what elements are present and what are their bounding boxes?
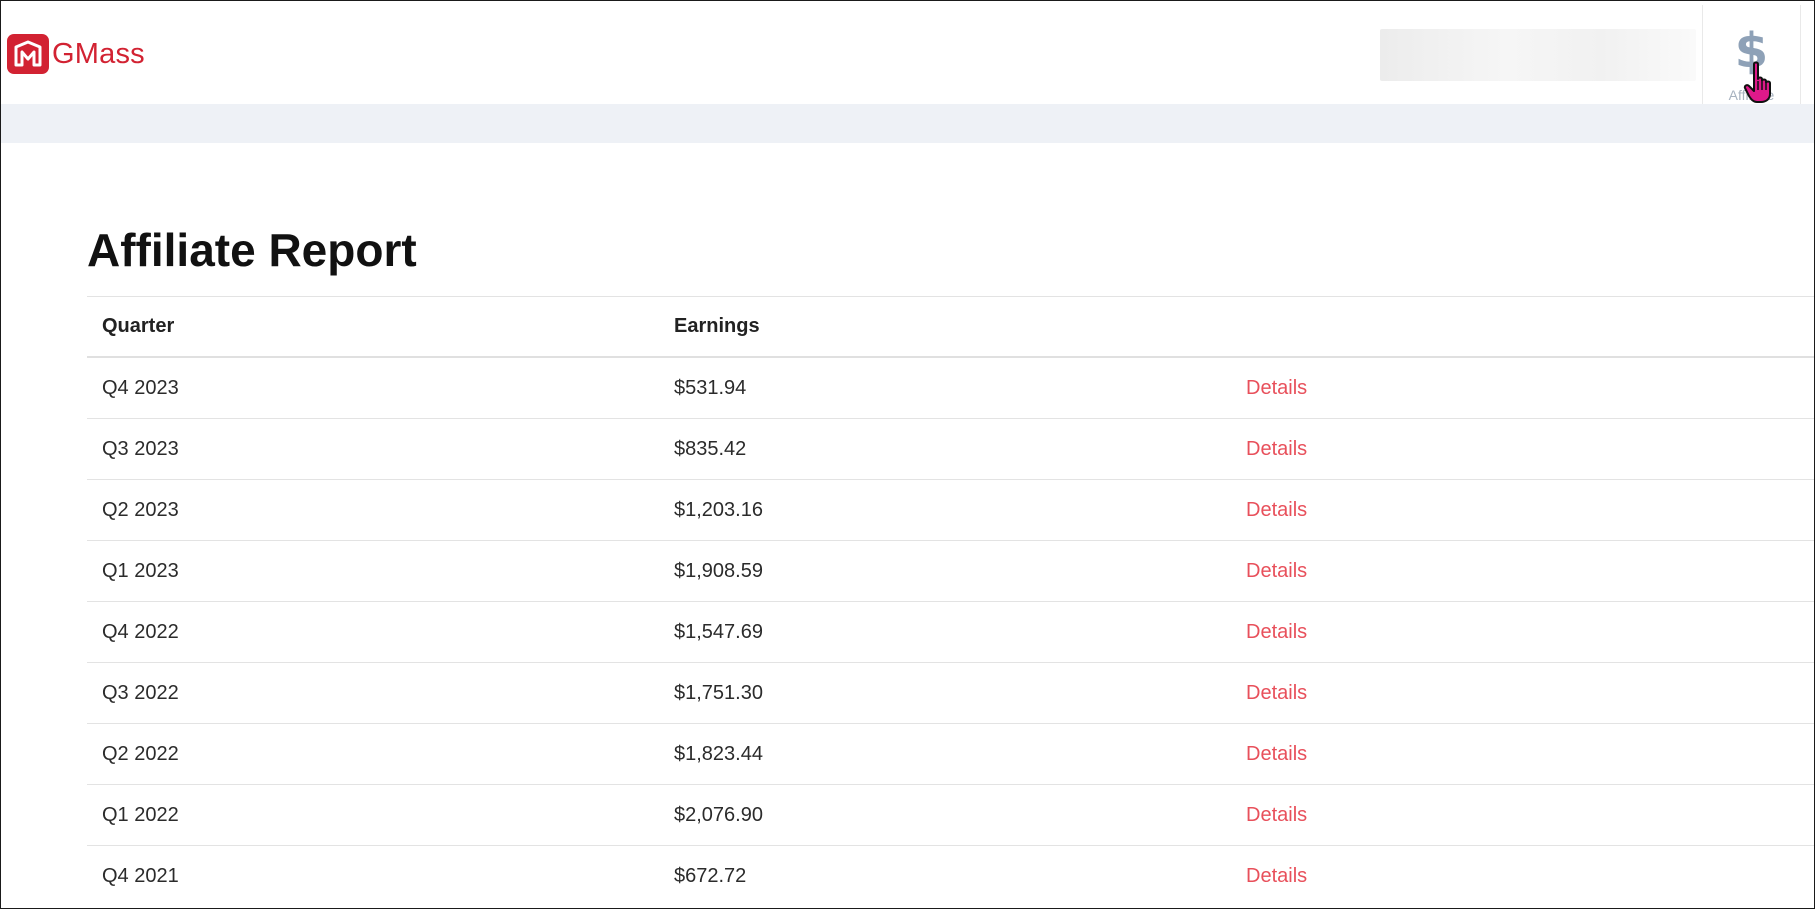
- pointer-hand-cursor-icon: [1743, 61, 1771, 103]
- details-cell: Details: [1231, 356, 1814, 419]
- details-cell: Details: [1231, 418, 1814, 480]
- quarter-cell: Q3 2023: [87, 418, 659, 480]
- affiliate-report-table: Quarter Earnings Q4 2023 $531.94 Details…: [87, 296, 1814, 906]
- details-link[interactable]: Details: [1246, 377, 1307, 399]
- quarter-cell: Q3 2022: [87, 662, 659, 724]
- column-header-quarter: Quarter: [87, 296, 659, 358]
- details-link[interactable]: Details: [1246, 804, 1307, 826]
- details-cell: Details: [1231, 601, 1814, 663]
- app-window: GMass $ Affiliate Affiliate Report Quart…: [0, 0, 1815, 909]
- details-cell: Details: [1231, 784, 1814, 846]
- table-row: Q2 2023 $1,203.16 Details: [87, 479, 1814, 541]
- earnings-cell: $2,076.90: [659, 784, 1231, 846]
- search-area[interactable]: [1380, 29, 1696, 81]
- details-cell: Details: [1231, 540, 1814, 602]
- details-link[interactable]: Details: [1246, 560, 1307, 582]
- column-header-actions: [1231, 296, 1814, 358]
- details-link[interactable]: Details: [1246, 499, 1307, 521]
- details-link[interactable]: Details: [1246, 743, 1307, 765]
- details-link[interactable]: Details: [1246, 865, 1307, 887]
- quarter-cell: Q1 2023: [87, 540, 659, 602]
- table-row: Q2 2022 $1,823.44 Details: [87, 723, 1814, 785]
- quarter-cell: Q4 2022: [87, 601, 659, 663]
- earnings-cell: $531.94: [659, 356, 1231, 419]
- details-cell: Details: [1231, 845, 1814, 906]
- table-row: Q1 2022 $2,076.90 Details: [87, 784, 1814, 846]
- table-row: Q3 2022 $1,751.30 Details: [87, 662, 1814, 724]
- earnings-cell: $672.72: [659, 845, 1231, 906]
- table-row: Q4 2022 $1,547.69 Details: [87, 601, 1814, 663]
- earnings-cell: $1,908.59: [659, 540, 1231, 602]
- page-title: Affiliate Report: [87, 224, 417, 276]
- table-header-row: Quarter Earnings: [87, 296, 1814, 358]
- details-link[interactable]: Details: [1246, 621, 1307, 643]
- gmass-logo[interactable]: GMass: [7, 34, 145, 74]
- details-link[interactable]: Details: [1246, 682, 1307, 704]
- earnings-cell: $1,547.69: [659, 601, 1231, 663]
- brand-name: GMass: [52, 37, 145, 70]
- quarter-cell: Q1 2022: [87, 784, 659, 846]
- quarter-cell: Q2 2022: [87, 723, 659, 785]
- details-cell: Details: [1231, 662, 1814, 724]
- table-row: Q1 2023 $1,908.59 Details: [87, 540, 1814, 602]
- quarter-cell: Q4 2023: [87, 356, 659, 419]
- earnings-cell: $1,203.16: [659, 479, 1231, 541]
- earnings-cell: $1,823.44: [659, 723, 1231, 785]
- secondary-bar: [1, 104, 1814, 143]
- details-cell: Details: [1231, 479, 1814, 541]
- column-header-earnings: Earnings: [659, 296, 1231, 358]
- quarter-cell: Q2 2023: [87, 479, 659, 541]
- table-row: Q4 2021 $672.72 Details: [87, 845, 1814, 906]
- details-cell: Details: [1231, 723, 1814, 785]
- quarter-cell: Q4 2021: [87, 845, 659, 906]
- earnings-cell: $1,751.30: [659, 662, 1231, 724]
- gmass-logo-icon: [7, 34, 49, 74]
- top-navbar: GMass $ Affiliate: [1, 1, 1814, 104]
- table-row: Q4 2023 $531.94 Details: [87, 356, 1814, 419]
- details-link[interactable]: Details: [1246, 438, 1307, 460]
- table-row: Q3 2023 $835.42 Details: [87, 418, 1814, 480]
- earnings-cell: $835.42: [659, 418, 1231, 480]
